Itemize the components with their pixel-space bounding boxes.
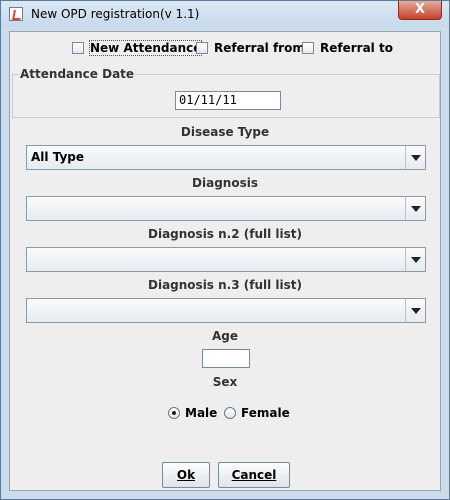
diagnosis3-label: Diagnosis n.3 (full list) bbox=[148, 278, 302, 292]
disease-type-value: All Type bbox=[31, 150, 85, 164]
attendance-date-title: Attendance Date bbox=[19, 67, 136, 81]
disease-type-label: Disease Type bbox=[180, 125, 270, 139]
new-attendance-checkbox[interactable]: New Attendance bbox=[72, 39, 203, 57]
cancel-button-label: Cancel bbox=[231, 468, 277, 482]
radio-selected-icon[interactable] bbox=[168, 407, 180, 419]
radio-unselected-icon[interactable] bbox=[224, 407, 236, 419]
diagnosis2-label: Diagnosis n.2 (full list) bbox=[148, 227, 302, 241]
checkbox-box[interactable] bbox=[302, 42, 314, 54]
diagnosis2-combo[interactable] bbox=[26, 247, 426, 272]
checkbox-label: Referral to bbox=[320, 41, 393, 55]
diagnosis-label: Diagnosis bbox=[192, 176, 258, 190]
window-title: New OPD registration(v 1.1) bbox=[31, 7, 200, 21]
diagnosis3-combo[interactable] bbox=[26, 298, 426, 323]
chevron-down-icon[interactable] bbox=[405, 146, 425, 169]
referral-to-checkbox[interactable]: Referral to bbox=[302, 39, 393, 57]
sex-label: Sex bbox=[212, 375, 238, 389]
checkbox-label: New Attendance bbox=[88, 40, 203, 56]
ok-button-label: Ok bbox=[176, 468, 196, 482]
radio-label: Female bbox=[241, 406, 290, 420]
close-button[interactable]: X bbox=[398, 1, 442, 20]
disease-type-combo[interactable]: All Type bbox=[26, 145, 426, 170]
checkbox-label: Referral from bbox=[214, 41, 305, 55]
age-field[interactable] bbox=[202, 349, 250, 368]
chevron-down-icon[interactable] bbox=[405, 197, 425, 220]
title-bar[interactable]: New OPD registration(v 1.1) X bbox=[1, 1, 449, 27]
sex-female-radio[interactable]: Female bbox=[224, 405, 290, 421]
checkbox-box[interactable] bbox=[72, 42, 84, 54]
referral-from-checkbox[interactable]: Referral from bbox=[196, 39, 305, 57]
opd-registration-window: New OPD registration(v 1.1) X New Attend… bbox=[0, 0, 450, 500]
checkbox-box[interactable] bbox=[196, 42, 208, 54]
form-panel: New Attendance Referral from Referral to… bbox=[9, 31, 441, 491]
chevron-down-icon[interactable] bbox=[405, 299, 425, 322]
ok-button[interactable]: Ok bbox=[162, 462, 210, 488]
cancel-button[interactable]: Cancel bbox=[218, 462, 290, 488]
age-label: Age bbox=[211, 329, 238, 343]
radio-label: Male bbox=[185, 406, 218, 420]
java-app-icon bbox=[9, 7, 23, 21]
chevron-down-icon[interactable] bbox=[405, 248, 425, 271]
attendance-date-group: Attendance Date 01/11/11 bbox=[12, 67, 440, 118]
sex-male-radio[interactable]: Male bbox=[168, 405, 217, 421]
attendance-date-field[interactable]: 01/11/11 bbox=[175, 91, 281, 110]
attendance-type-row: New Attendance Referral from Referral to bbox=[10, 39, 440, 59]
diagnosis-combo[interactable] bbox=[26, 196, 426, 221]
